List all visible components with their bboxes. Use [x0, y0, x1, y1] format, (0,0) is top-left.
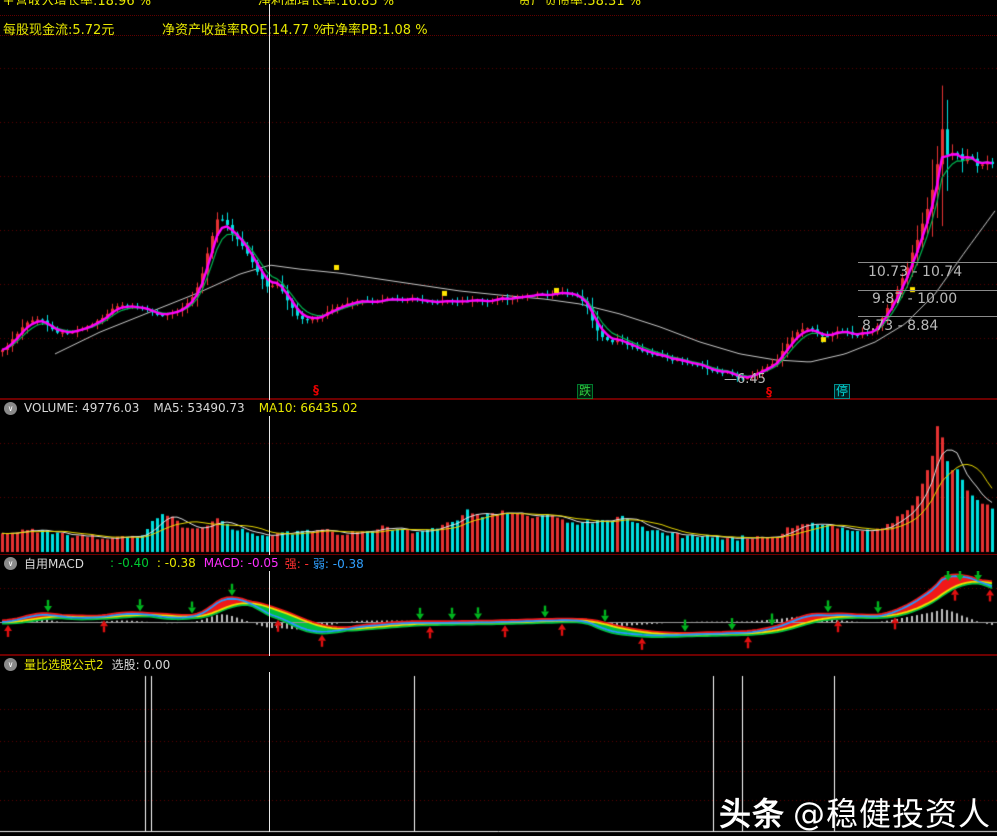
app-root: 主营收入增长率:18.96 % 净利润增长率:16.85 % 资产负债率:58.31…	[0, 0, 997, 836]
macd-chart-canvas[interactable]	[0, 571, 997, 654]
header-segment: 自用MACD	[24, 556, 84, 571]
price-level-label: 10.73 - 10.74	[868, 264, 963, 280]
top-info-row-clipped: 主营收入增长率:18.96 % 净利润增长率:16.85 % 资产负债率:58.31…	[0, 0, 997, 5]
header-segment: 选股: 0.00	[111, 657, 171, 672]
watermark-handle: @稳健投资人	[792, 795, 991, 833]
low-price-label: —6.45	[724, 372, 766, 387]
info-text: 净利润增长率:16.85 %	[258, 0, 394, 5]
price-level-line	[858, 316, 997, 317]
divider-top	[0, 15, 997, 16]
collapse-chevron-icon[interactable]: ∨	[4, 556, 17, 570]
event-tag: 停	[834, 384, 851, 399]
header-segment: 量比选股公式2	[24, 657, 104, 672]
header-segment: : -0.38	[156, 556, 196, 570]
header-segment: 弱: -0.38	[312, 556, 364, 571]
header-segment: MACD: -0.05	[203, 556, 279, 570]
collapse-chevron-icon[interactable]: ∨	[4, 401, 17, 415]
event-tag: 跌	[577, 384, 594, 399]
price-level-line	[858, 262, 997, 263]
price-level-label: 9.87 - 10.00	[872, 291, 958, 307]
header-segment: 强: -	[284, 556, 309, 571]
header-segment: MA10: 66435.02	[258, 401, 358, 415]
header-segment: : -0.40	[109, 556, 149, 570]
selector-panel-header: ∨ 量比选股公式2 选股: 0.00	[0, 656, 997, 672]
volume-panel-header: ∨ VOLUME: 49776.03 MA5: 53490.73 MA10: 6643…	[0, 400, 997, 416]
watermark-brand: 头条	[718, 795, 785, 833]
crosshair-line[interactable]	[269, 4, 270, 832]
volume-chart-canvas[interactable]	[0, 416, 997, 554]
macd-panel-header: ∨ 自用MACD : -0.40 : -0.38 MACD: -0.05 强: - 弱: -…	[0, 555, 997, 571]
main-price-chart-canvas[interactable]	[0, 36, 997, 398]
price-level-label: 8.73 - 8.84	[862, 318, 939, 334]
dividend-mark-icon: §	[313, 383, 319, 397]
header-segment: MA5: 53490.73	[153, 401, 245, 415]
header-segment: VOLUME: 49776.03	[24, 401, 140, 415]
info-text: 主营收入增长率:18.96 %	[2, 0, 151, 5]
dividend-mark-icon: §	[766, 385, 772, 399]
info-text: 资产负债率:58.31 %	[518, 0, 641, 5]
collapse-chevron-icon[interactable]: ∨	[4, 657, 17, 671]
top-info-row: 每股现金流:5.72元 净资产收益率ROE:14.77 % 市净率PB:1.08 %	[0, 18, 997, 38]
watermark: 头条 @稳健投资人	[719, 789, 991, 835]
